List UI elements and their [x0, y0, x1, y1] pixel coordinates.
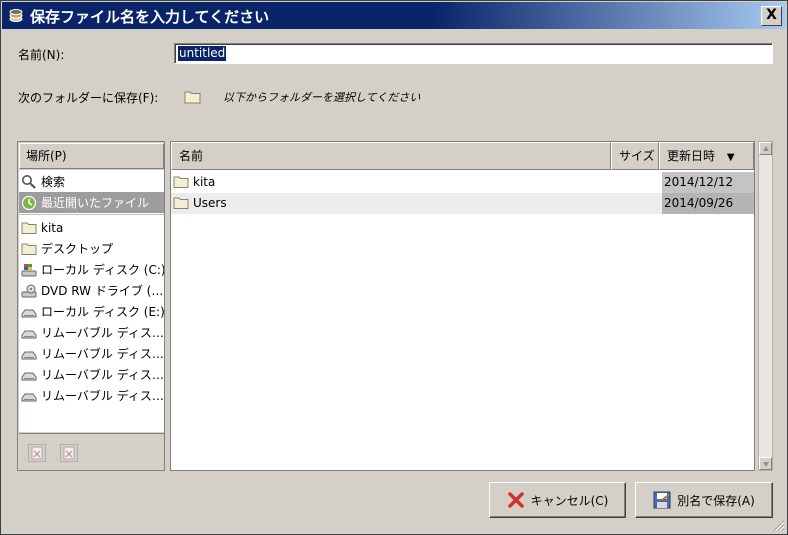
folder-icon — [173, 176, 189, 188]
scroll-up-button[interactable] — [759, 142, 772, 155]
places-item-dvd[interactable]: DVD RW ドライブ (… — [19, 280, 164, 301]
folder-icon — [184, 91, 201, 104]
places-item-drive-c[interactable]: ローカル ディスク (C:) — [19, 259, 164, 280]
column-header-modified[interactable]: 更新日時 ▼ — [659, 142, 754, 170]
remove-bookmark-icon — [63, 446, 75, 460]
places-item-label: デスクトップ — [41, 242, 114, 256]
cancel-button[interactable]: キャンセル(C) — [489, 482, 626, 518]
save-folder-prompt[interactable]: 以下からフォルダーを選択してください — [223, 89, 420, 105]
drive-icon — [21, 372, 37, 380]
save-folder-label: 次のフォルダーに保存(F): — [18, 91, 159, 105]
places-item-drive-e[interactable]: ローカル ディスク (E:) — [19, 301, 164, 322]
folder-icon — [21, 243, 37, 255]
file-row[interactable]: kita 2014/12/12 — [171, 172, 754, 193]
places-item-label: ローカル ディスク (E:) — [41, 305, 164, 319]
save-as-button[interactable]: 別名で保存(A) — [635, 482, 773, 518]
arrow-down-icon — [763, 462, 769, 467]
file-row[interactable]: Users 2014/09/26 — [171, 193, 754, 214]
resize-grip-icon[interactable] — [771, 518, 785, 532]
places-item-recent[interactable]: 最近開いたファイル — [19, 192, 164, 213]
save-as-icon — [653, 491, 671, 509]
places-item-label: kita — [41, 220, 64, 235]
folder-icon — [21, 222, 37, 234]
places-item-label: リムーバブル ディス… — [41, 326, 164, 340]
places-header[interactable]: 場所(P) — [19, 143, 164, 169]
recent-icon — [21, 195, 37, 210]
file-name: kita — [193, 175, 216, 189]
drive-icon — [21, 351, 37, 359]
filename-value: untitled — [178, 46, 227, 61]
places-item-label: リムーバブル ディス… — [41, 368, 164, 382]
filename-input[interactable]: untitled — [174, 43, 773, 64]
column-header-size[interactable]: サイズ — [611, 142, 659, 170]
file-list-scrollbar[interactable] — [758, 141, 773, 471]
places-item-label: リムーバブル ディス… — [41, 389, 164, 403]
title-bar[interactable]: 保存ファイル名を入力してください X — [2, 2, 786, 29]
remove-bookmark-button[interactable] — [60, 444, 78, 462]
drive-icon — [21, 330, 37, 338]
file-name: Users — [193, 196, 227, 210]
places-item-desktop[interactable]: デスクトップ — [19, 238, 164, 259]
places-divider — [19, 214, 164, 215]
file-list: 名前 サイズ 更新日時 ▼ kita 2014/12/12 Users 2014… — [170, 141, 755, 471]
save-file-dialog: 保存ファイル名を入力してください X 名前(N): untitled 次のフォル… — [0, 0, 788, 535]
arrow-up-icon — [763, 146, 769, 151]
places-list: 検索 最近開いたファイル kita デスクトップ ローカル ディスク (C:) — [19, 170, 164, 432]
places-panel: 場所(P) 検索 最近開いたファイル kita デスクトップ ローカル ディスク — [17, 141, 165, 471]
places-item-label: ローカル ディスク (C:) — [41, 263, 164, 277]
add-bookmark-icon — [31, 446, 43, 460]
file-name-cell: kita — [173, 174, 215, 190]
file-modified: 2014/12/12 — [662, 172, 754, 193]
places-item-removable-4[interactable]: リムーバブル ディス… — [19, 385, 164, 406]
cancel-button-label: キャンセル(C) — [530, 493, 609, 508]
places-item-label: 最近開いたファイル — [41, 196, 150, 210]
drive-icon — [21, 393, 37, 401]
places-item-label: リムーバブル ディス… — [41, 347, 164, 361]
sort-descending-icon: ▼ — [726, 152, 735, 163]
column-header-modified-label: 更新日時 — [667, 149, 716, 163]
scroll-down-button[interactable] — [759, 457, 772, 470]
places-item-removable-2[interactable]: リムーバブル ディス… — [19, 343, 164, 364]
add-bookmark-button[interactable] — [28, 444, 46, 462]
folder-icon — [173, 197, 189, 209]
places-item-removable-3[interactable]: リムーバブル ディス… — [19, 364, 164, 385]
drive-icon — [21, 309, 37, 317]
system-drive-icon — [21, 263, 37, 276]
dvd-drive-icon — [21, 284, 37, 297]
name-label: 名前(N): — [18, 48, 65, 62]
places-item-label: DVD RW ドライブ (… — [41, 284, 164, 298]
close-button[interactable]: X — [761, 6, 782, 26]
places-item-kita[interactable]: kita — [19, 217, 164, 238]
places-item-removable-1[interactable]: リムーバブル ディス… — [19, 322, 164, 343]
places-item-search[interactable]: 検索 — [19, 171, 164, 192]
search-icon — [22, 174, 36, 189]
places-item-label: 検索 — [41, 175, 66, 189]
cancel-icon — [507, 492, 524, 508]
column-header-name[interactable]: 名前 — [171, 142, 611, 170]
stack-icon — [9, 9, 23, 22]
file-modified: 2014/09/26 — [662, 193, 754, 214]
places-toolbar — [19, 433, 164, 470]
close-icon: X — [766, 7, 777, 23]
window-title: 保存ファイル名を入力してください — [30, 8, 270, 26]
file-name-cell: Users — [173, 195, 227, 211]
save-as-button-label: 別名で保存(A) — [677, 493, 755, 508]
